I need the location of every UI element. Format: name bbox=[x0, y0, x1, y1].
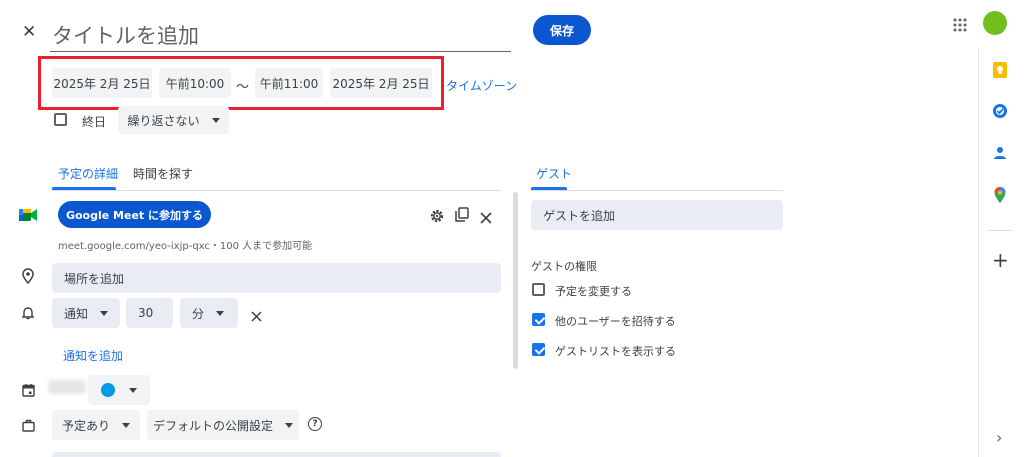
notification-type-dropdown[interactable]: 通知 bbox=[52, 298, 120, 328]
end-time-chip[interactable]: 午前11:00 bbox=[255, 68, 323, 98]
calendar-color-dot bbox=[101, 383, 115, 397]
close-icon[interactable]: ✕ bbox=[22, 22, 36, 42]
meet-info-text: meet.google.com/yeo-ixjp-qxc・100 人まで参加可能 bbox=[58, 241, 313, 252]
permission-modify-checkbox[interactable] bbox=[532, 283, 545, 296]
rail-divider bbox=[988, 230, 1012, 231]
chevron-right-icon[interactable]: › bbox=[996, 428, 1002, 447]
all-day-checkbox[interactable] bbox=[54, 113, 67, 126]
google-meet-icon bbox=[19, 207, 37, 221]
tabs-divider bbox=[52, 190, 501, 191]
contacts-icon[interactable] bbox=[990, 143, 1010, 163]
permission-invite-label: 他のユーザーを招待する bbox=[555, 315, 676, 328]
add-guests-input[interactable]: ゲストを追加 bbox=[531, 200, 783, 230]
visibility-label: デフォルトの公開設定 bbox=[152, 418, 273, 433]
copy-icon[interactable] bbox=[455, 207, 469, 222]
chevron-down-icon bbox=[216, 310, 225, 316]
repeat-dropdown[interactable]: 繰り返さない bbox=[118, 106, 229, 134]
visibility-dropdown[interactable]: デフォルトの公開設定 bbox=[147, 410, 299, 440]
title-input[interactable]: タイトルを追加 bbox=[52, 20, 199, 50]
notification-unit-label: 分 bbox=[192, 306, 205, 321]
close-meet-icon[interactable] bbox=[480, 209, 492, 224]
apps-grid-icon[interactable] bbox=[953, 17, 967, 32]
end-date-chip[interactable]: 2025年 2月 25日 bbox=[330, 68, 432, 98]
chevron-down-icon bbox=[285, 422, 293, 428]
repeat-label: 繰り返さない bbox=[127, 113, 200, 128]
guests-tabs-divider bbox=[531, 190, 783, 191]
timezone-link[interactable]: タイムゾーン bbox=[446, 77, 517, 94]
join-google-meet-button[interactable]: Google Meet に参加する bbox=[58, 201, 211, 228]
permission-see-list-label: ゲストリストを表示する bbox=[555, 345, 676, 358]
chevron-down-icon bbox=[211, 117, 220, 123]
add-notification-link[interactable]: 通知を追加 bbox=[63, 347, 123, 364]
permission-see-list-checkbox[interactable] bbox=[532, 343, 545, 356]
avatar[interactable] bbox=[983, 11, 1007, 35]
busy-status-dropdown[interactable]: 予定あり bbox=[52, 410, 140, 440]
permission-invite-checkbox[interactable] bbox=[532, 313, 545, 326]
notification-value-input[interactable]: 30 bbox=[126, 298, 173, 328]
permission-modify-label: 予定を変更する bbox=[555, 285, 632, 298]
guest-permissions-title: ゲストの権限 bbox=[531, 260, 597, 273]
tab-event-details[interactable]: 予定の詳細 bbox=[58, 165, 118, 182]
bell-icon bbox=[21, 305, 35, 320]
chevron-down-icon bbox=[129, 387, 137, 393]
keep-icon[interactable] bbox=[990, 60, 1010, 80]
calendar-color-dropdown[interactable] bbox=[88, 375, 150, 405]
tab-guests[interactable]: ゲスト bbox=[536, 165, 572, 182]
all-day-label: 終日 bbox=[82, 115, 107, 129]
notification-unit-dropdown[interactable]: 分 bbox=[180, 298, 238, 328]
start-time-chip[interactable]: 午前10:00 bbox=[159, 68, 231, 98]
description-field[interactable] bbox=[52, 452, 501, 457]
add-addon-icon[interactable]: + bbox=[992, 248, 1009, 272]
save-button[interactable]: 保存 bbox=[533, 15, 591, 45]
maps-icon[interactable] bbox=[990, 185, 1010, 205]
tab-find-time[interactable]: 時間を探す bbox=[133, 165, 193, 182]
calendar-icon bbox=[22, 382, 35, 397]
remove-notification-icon[interactable] bbox=[251, 307, 262, 322]
busy-status-label: 予定あり bbox=[61, 418, 110, 433]
location-input[interactable]: 場所を追加 bbox=[52, 263, 501, 293]
gear-icon[interactable] bbox=[430, 208, 444, 223]
help-icon[interactable]: ? bbox=[308, 417, 322, 431]
calendar-owner-blurred bbox=[48, 380, 86, 394]
chevron-down-icon bbox=[122, 422, 130, 428]
start-date-chip[interactable]: 2025年 2月 25日 bbox=[52, 68, 152, 98]
title-underline bbox=[50, 51, 511, 52]
notification-type-label: 通知 bbox=[64, 306, 89, 321]
briefcase-icon bbox=[22, 417, 35, 432]
scrollbar[interactable] bbox=[513, 192, 518, 369]
chevron-down-icon bbox=[100, 310, 109, 316]
location-pin-icon bbox=[22, 268, 34, 285]
time-separator: ～ bbox=[236, 80, 250, 95]
tasks-icon[interactable] bbox=[990, 101, 1010, 121]
